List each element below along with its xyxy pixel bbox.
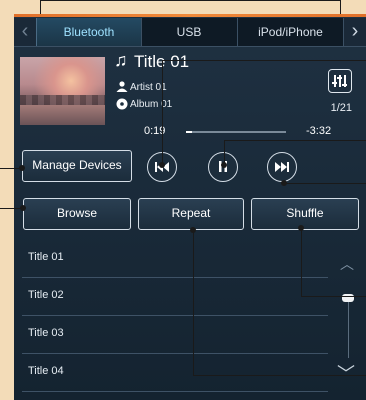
album-icon — [116, 98, 128, 113]
list-item-title: Title 02 — [28, 289, 64, 301]
progress-bar[interactable] — [186, 131, 286, 133]
callout-line — [40, 0, 41, 14]
album-name: Album 01 — [130, 99, 173, 110]
scroll-down-icon[interactable]: ﹀ — [337, 360, 355, 386]
callout-dot — [20, 205, 26, 211]
tab-usb[interactable]: USB — [141, 18, 238, 46]
callout-dot — [190, 227, 196, 233]
tab-next-arrow-icon[interactable]: › — [343, 18, 366, 46]
skip-forward-icon[interactable] — [267, 152, 297, 182]
shuffle-button[interactable]: Shuffle — [251, 198, 359, 230]
remaining-time: -3:32 — [306, 125, 332, 137]
list-item[interactable]: Title 01 — [22, 240, 328, 278]
progress-fill — [186, 131, 192, 133]
scrollbar-track[interactable] — [348, 296, 349, 358]
repeat-button[interactable]: Repeat — [138, 198, 244, 230]
callout-line — [193, 230, 194, 375]
artist-icon — [116, 81, 128, 95]
callout-dot — [159, 162, 165, 168]
tab-bluetooth[interactable]: Bluetooth — [36, 18, 142, 46]
scroll-up-icon[interactable]: ︿ — [340, 254, 354, 274]
media-screen: ‹ Bluetooth USB iPod/iPhone › ♫ Title 01… — [14, 14, 366, 400]
tab-ipod-iphone[interactable]: iPod/iPhone — [238, 18, 344, 46]
callout-dot — [298, 225, 304, 231]
list-item-title: Title 03 — [28, 327, 64, 339]
list-item[interactable]: Title 02 — [22, 278, 328, 316]
list-item-title: Title 01 — [28, 251, 64, 263]
list-item[interactable]: Title 03 — [22, 316, 328, 354]
callout-dot — [281, 180, 287, 186]
callout-line — [193, 375, 366, 376]
accent-line — [14, 14, 366, 17]
callout-line — [162, 60, 366, 61]
music-note-icon: ♫ — [114, 50, 128, 70]
browse-button[interactable]: Browse — [23, 198, 131, 230]
manage-devices-button[interactable]: Manage Devices — [22, 150, 132, 182]
album-art — [20, 57, 105, 125]
track-count: 1/21 — [330, 102, 352, 114]
callout-line — [40, 0, 340, 1]
source-tabs: ‹ Bluetooth USB iPod/iPhone › — [14, 18, 366, 47]
callout-dot — [221, 162, 227, 168]
callout-line — [301, 296, 366, 297]
equalizer-icon[interactable] — [328, 69, 352, 93]
tab-prev-arrow-icon[interactable]: ‹ — [14, 18, 36, 46]
callout-line — [224, 140, 366, 141]
callout-line — [284, 183, 366, 184]
callout-line — [301, 228, 302, 297]
callout-line — [340, 0, 341, 14]
list-item[interactable]: Title 04 — [22, 354, 328, 392]
callout-dot — [19, 165, 25, 171]
list-item-title: Title 04 — [28, 365, 64, 377]
callout-line — [162, 60, 163, 167]
